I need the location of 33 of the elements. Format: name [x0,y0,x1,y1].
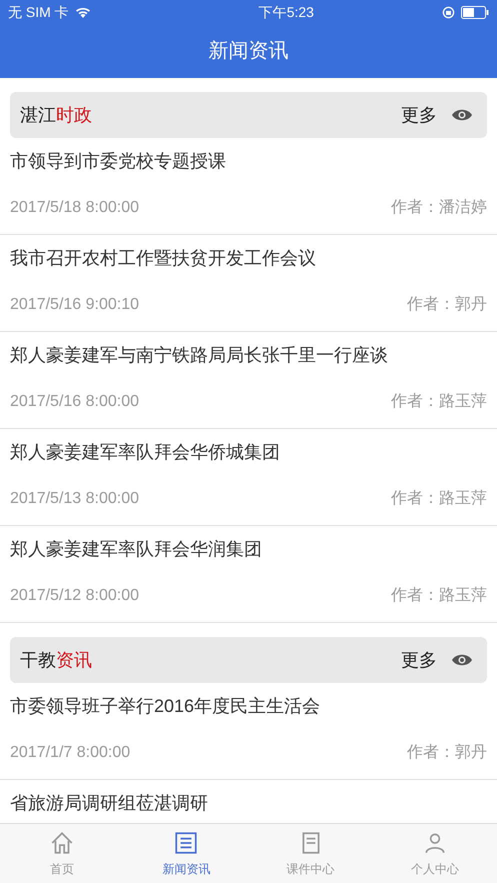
wifi-icon [74,6,91,18]
more-link[interactable]: 更多 [401,646,437,674]
news-date: 2017/5/13 8:00:00 [10,489,140,509]
news-date: 2017/5/12 8:00:00 [10,586,140,606]
news-date: 2017/1/7 8:00:00 [10,743,130,763]
tab[interactable]: 新闻资讯 [124,824,248,883]
news-title[interactable]: 郑人豪姜建军与南宁铁路局局长张千里一行座谈 [10,342,487,368]
news-author: 作者：路玉萍 [391,488,487,509]
news-date: 2017/5/18 8:00:00 [10,198,140,218]
eye-icon[interactable] [451,653,473,667]
page-title: 新闻资讯 [208,39,288,64]
news-author: 作者：路玉萍 [391,586,487,606]
news-date: 2017/5/16 8:00:00 [10,392,140,412]
news-author: 作者：潘洁婷 [391,198,487,218]
news-title[interactable]: 市委领导班子举行2016年度民主生活会 [10,693,487,719]
news-title[interactable]: 市领导到市委党校专题授课 [10,148,487,174]
carrier-label: 无 SIM 卡 [8,2,69,22]
news-author: 作者：郭丹 [407,742,487,763]
news-title[interactable]: 省旅游局调研组莅湛调研 [10,790,487,816]
list-icon [173,830,200,856]
news-title[interactable]: 我市召开农村工作暨扶贫开发工作会议 [10,245,487,271]
section-title: 干教资讯 [20,648,92,672]
news-author: 作者：郭丹 [407,294,487,315]
section-title: 湛江时政 [20,104,92,126]
news-author: 作者：路玉萍 [391,392,487,412]
rotation-lock-icon [442,6,455,18]
eye-icon[interactable] [451,108,473,122]
news-date: 2017/5/16 9:00:10 [10,295,140,315]
news-title[interactable]: 郑人豪姜建军率队拜会华润集团 [10,536,487,562]
more-link[interactable]: 更多 [401,102,437,128]
battery-icon [460,6,489,18]
news-title[interactable]: 郑人豪姜建军率队拜会华侨城集团 [10,439,487,465]
status-time: 下午5:23 [258,2,314,22]
